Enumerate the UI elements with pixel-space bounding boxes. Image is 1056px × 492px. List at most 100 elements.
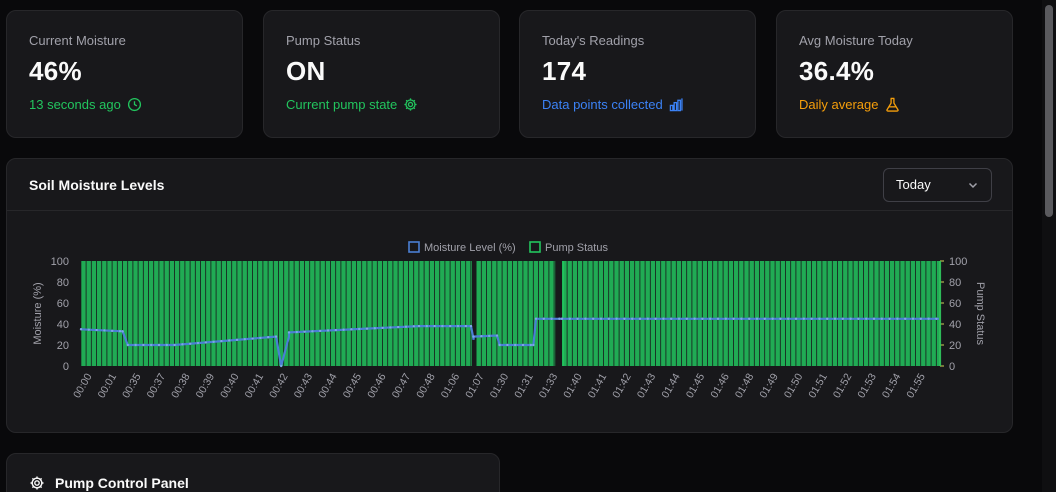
- pump-bar: [931, 261, 936, 366]
- moisture-point: [872, 317, 876, 320]
- pump-bar: [759, 261, 765, 366]
- stat-card-current-moisture: Current Moisture 46% 13 seconds ago: [6, 10, 243, 138]
- moisture-point: [189, 342, 192, 345]
- moisture-point: [724, 317, 727, 320]
- scrollbar-thumb[interactable]: [1045, 5, 1053, 217]
- moisture-point: [732, 317, 735, 320]
- x-tick-label: 01:33: [537, 371, 561, 400]
- x-tick-label: 00:47: [390, 371, 414, 400]
- moisture-point: [542, 317, 545, 320]
- clock-icon: [127, 97, 141, 112]
- gear-icon: [404, 98, 417, 111]
- x-tick-label: 01:50: [782, 371, 806, 400]
- y-tick-right: 0: [949, 361, 955, 373]
- pump-bar: [289, 261, 294, 366]
- pump-bar: [749, 261, 754, 366]
- moisture-point: [849, 317, 852, 320]
- moisture-point: [212, 340, 215, 343]
- pump-bar: [780, 261, 786, 366]
- x-tick-label: 01:52: [831, 371, 855, 400]
- pump-bar: [567, 261, 572, 366]
- moisture-point: [896, 317, 899, 320]
- moisture-point: [599, 317, 603, 320]
- x-tick-label: 00:43: [292, 371, 316, 400]
- pump-bar: [242, 261, 247, 366]
- x-tick-label: 00:35: [120, 371, 144, 400]
- moisture-point: [779, 317, 782, 320]
- pump-bar: [817, 261, 822, 366]
- pump-bar: [614, 261, 619, 366]
- pump-bar: [325, 261, 331, 366]
- pump-bar: [497, 261, 502, 366]
- moisture-point: [287, 331, 291, 334]
- moisture-point: [157, 343, 161, 347]
- pump-bar: [445, 261, 450, 366]
- pump-bar: [174, 261, 180, 366]
- pump-bar: [895, 261, 900, 366]
- y-tick-right: 60: [949, 298, 961, 310]
- y-axis-title-right: Pump Status: [974, 282, 986, 345]
- pump-bar: [382, 261, 388, 366]
- pump-bar: [936, 261, 942, 366]
- pump-bar: [635, 261, 640, 366]
- moisture-point: [550, 317, 553, 320]
- pump-bar: [362, 261, 367, 366]
- pump-bar: [905, 261, 910, 366]
- pump-bar: [837, 261, 843, 366]
- pump-bar: [692, 261, 697, 366]
- moisture-point: [243, 337, 246, 341]
- pump-bar: [81, 261, 86, 366]
- pump-bar: [863, 261, 869, 366]
- pump-bar: [775, 261, 780, 366]
- pump-bar: [733, 261, 739, 366]
- moisture-point: [280, 364, 283, 368]
- moisture-point: [529, 343, 532, 347]
- moisture-point: [121, 330, 124, 333]
- legend-label: Moisture Level (%): [424, 242, 516, 254]
- pump-bar: [915, 261, 921, 366]
- x-tick-label: 01:48: [733, 371, 757, 400]
- y-tick-left: 60: [57, 298, 69, 310]
- moisture-point: [771, 317, 774, 320]
- moisture-point: [607, 317, 610, 320]
- pump-bar: [310, 261, 315, 366]
- moisture-point: [810, 317, 813, 320]
- pump-bar: [619, 261, 624, 366]
- moisture-point: [755, 317, 759, 320]
- moisture-point: [880, 317, 883, 320]
- moisture-point: [251, 337, 254, 340]
- moisture-point: [480, 335, 483, 338]
- moisture-point: [111, 329, 114, 333]
- moisture-point: [150, 343, 153, 347]
- pump-bar: [723, 261, 728, 366]
- pump-bar: [900, 261, 905, 366]
- pump-gap: [472, 261, 477, 366]
- pump-bar: [419, 261, 424, 366]
- x-tick-label: 01:49: [757, 371, 781, 400]
- moisture-point: [532, 343, 535, 347]
- pump-bar: [237, 261, 242, 366]
- moisture-point: [95, 328, 98, 332]
- moisture-point: [165, 343, 168, 347]
- pump-bar: [169, 261, 175, 366]
- pump-bar: [393, 261, 398, 366]
- pump-bar: [356, 261, 362, 366]
- y-tick-right: 100: [949, 256, 967, 268]
- pump-bar: [377, 261, 383, 366]
- pump-bar: [785, 261, 791, 366]
- moisture-point: [568, 317, 571, 320]
- pump-bar: [294, 261, 299, 366]
- moisture-point: [433, 324, 436, 328]
- time-range-select[interactable]: Today: [883, 167, 992, 202]
- x-tick-label: 01:53: [855, 371, 879, 400]
- x-tick-label: 01:41: [586, 371, 610, 400]
- page-scrollbar[interactable]: [1042, 0, 1056, 492]
- x-tick-label: 00:41: [243, 371, 267, 400]
- moisture-point: [654, 317, 657, 320]
- moisture-point: [927, 317, 930, 320]
- pump-bar: [336, 261, 341, 366]
- moisture-point: [560, 317, 564, 320]
- moisture-point: [87, 328, 91, 331]
- chevron-down-icon: [968, 182, 978, 188]
- pump-bar: [252, 261, 258, 366]
